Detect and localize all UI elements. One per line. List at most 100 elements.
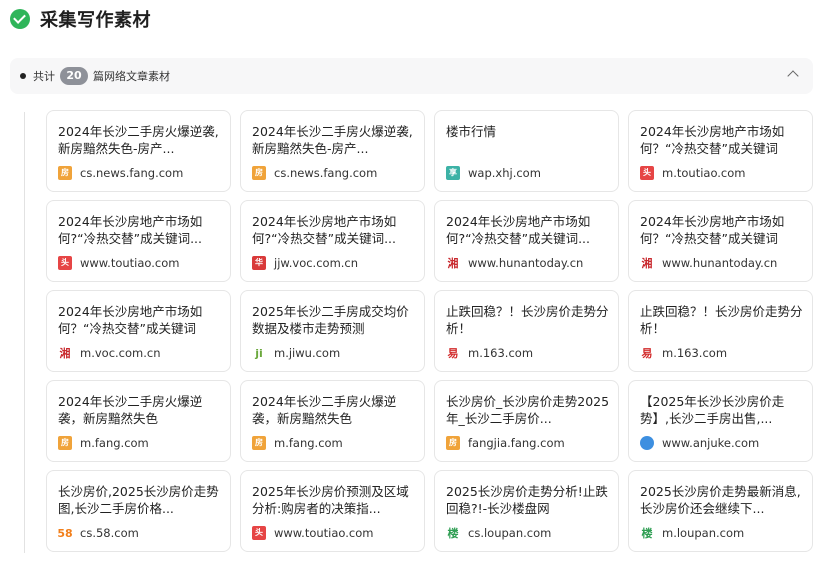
source-domain: www.hunantoday.cn bbox=[468, 256, 584, 270]
card-title: 长沙房价,2025长沙房价走势图,长沙二手房价格... bbox=[58, 484, 219, 516]
check-circle-icon bbox=[10, 9, 30, 29]
summary-suffix: 篇网络文章素材 bbox=[93, 70, 170, 83]
jiwu-icon: ji bbox=[252, 346, 266, 360]
summary-prefix: 共计 bbox=[33, 70, 55, 83]
source-domain: www.anjuke.com bbox=[662, 436, 760, 450]
source-card[interactable]: 止跌回稳？！长沙房价走势分析！ 易 m.163.com bbox=[434, 290, 619, 372]
source-card[interactable]: 楼市行情享 wap.xhj.com bbox=[434, 110, 619, 192]
card-title: 2024年长沙房地产市场如何？“冷热交替”成关键词 bbox=[640, 214, 785, 246]
card-source: 湘 www.hunantoday.cn bbox=[446, 256, 583, 270]
card-source: 头 m.toutiao.com bbox=[640, 166, 746, 180]
source-card[interactable]: 止跌回稳？！长沙房价走势分析！ 易 m.163.com bbox=[628, 290, 813, 372]
card-source: 楼 cs.loupan.com bbox=[446, 526, 551, 540]
card-title: 2024年长沙房地产市场如何？“冷热交替”成关键词 bbox=[640, 124, 785, 156]
card-title: 2024年长沙房地产市场如何？“冷热交替”成关键词 bbox=[58, 304, 203, 336]
fang-icon: 房 bbox=[58, 166, 72, 180]
fang-icon: 房 bbox=[58, 436, 72, 450]
card-source: 华 jjw.voc.com.cn bbox=[252, 256, 358, 270]
card-source: ji m.jiwu.com bbox=[252, 346, 340, 360]
timeline-rail bbox=[24, 112, 25, 553]
xhj-icon: 享 bbox=[446, 166, 460, 180]
fang-icon: 房 bbox=[446, 436, 460, 450]
toutiao-icon: 头 bbox=[640, 166, 654, 180]
source-card[interactable]: 2025年长沙二手房成交均价数据及楼市走势预测 ji m.jiwu.com bbox=[240, 290, 425, 372]
card-title: 长沙房价_长沙房价走势2025年_长沙二手房价... bbox=[446, 394, 610, 426]
section-header: 采集写作素材 bbox=[10, 6, 151, 32]
card-title: 2024年长沙房地产市场如何?“冷热交替”成关键词... bbox=[252, 214, 397, 246]
fang-icon: 房 bbox=[252, 166, 266, 180]
source-card-grid: 2024年长沙二手房火爆逆袭,新房黯然失色-房产... 房 cs.news.fang… bbox=[46, 110, 813, 552]
card-title: 2024年长沙二手房火爆逆袭，新房黯然失色 bbox=[252, 394, 397, 426]
source-card[interactable]: 2025长沙房价走势分析!止跌回稳?!-长沙楼盘网楼 cs.loupan.com bbox=[434, 470, 619, 552]
source-domain: m.fang.com bbox=[274, 436, 343, 450]
card-title: 【2025年长沙长沙房价走势】,长沙二手房出售,... bbox=[640, 394, 785, 426]
card-source: 头 www.toutiao.com bbox=[252, 526, 373, 540]
voc-icon: 湘 bbox=[58, 346, 72, 360]
source-domain: cs.news.fang.com bbox=[274, 166, 378, 180]
card-title: 2024年长沙二手房火爆逆袭，新房黯然失色 bbox=[58, 394, 203, 426]
card-source: 易 m.163.com bbox=[446, 346, 533, 360]
card-title: 楼市行情 bbox=[446, 124, 497, 139]
card-source: 湘 www.hunantoday.cn bbox=[640, 256, 777, 270]
source-card[interactable]: 2025长沙房价走势最新消息,长沙房价还会继续下... 楼 m.loupan.com bbox=[628, 470, 813, 552]
hunantoday-icon: 湘 bbox=[446, 256, 460, 270]
source-domain: m.toutiao.com bbox=[662, 166, 746, 180]
source-domain: jjw.voc.com.cn bbox=[274, 256, 359, 270]
source-domain: m.loupan.com bbox=[662, 526, 745, 540]
netease-icon: 易 bbox=[640, 346, 654, 360]
summary-bar[interactable]: 共计 20 篇网络文章素材 bbox=[10, 58, 813, 94]
source-card[interactable]: 长沙房价,2025长沙房价走势图,长沙二手房价格... 58 cs.58.com bbox=[46, 470, 231, 552]
source-domain: www.hunantoday.cn bbox=[662, 256, 778, 270]
source-card[interactable]: 【2025年长沙长沙房价走势】,长沙二手房出售,... www.anjuke.co… bbox=[628, 380, 813, 462]
toutiao-icon: 头 bbox=[58, 256, 72, 270]
source-card[interactable]: 2024年长沙房地产市场如何？“冷热交替”成关键词湘 www.hunantoday… bbox=[628, 200, 813, 282]
voc-icon: 华 bbox=[252, 256, 266, 270]
card-source: 头 www.toutiao.com bbox=[58, 256, 179, 270]
source-card[interactable]: 2024年长沙二手房火爆逆袭，新房黯然失色房 m.fang.com bbox=[240, 380, 425, 462]
source-domain: m.163.com bbox=[468, 346, 534, 360]
source-card[interactable]: 2024年长沙房地产市场如何?“冷热交替”成关键词... 头 www.toutiao… bbox=[46, 200, 231, 282]
source-card[interactable]: 2024年长沙房地产市场如何？“冷热交替”成关键词头 m.toutiao.com bbox=[628, 110, 813, 192]
source-domain: m.voc.com.cn bbox=[80, 346, 161, 360]
loupan-icon: 楼 bbox=[640, 526, 654, 540]
card-source: 享 wap.xhj.com bbox=[446, 166, 541, 180]
card-source: 易 m.163.com bbox=[640, 346, 727, 360]
source-card[interactable]: 长沙房价_长沙房价走势2025年_长沙二手房价... 房 fangjia.fang.… bbox=[434, 380, 619, 462]
source-domain: wap.xhj.com bbox=[468, 166, 541, 180]
source-domain: fangjia.fang.com bbox=[468, 436, 565, 450]
card-title: 2025年长沙房价预测及区域分析:购房者的决策指... bbox=[252, 484, 409, 516]
source-domain: www.toutiao.com bbox=[274, 526, 374, 540]
card-source: 楼 m.loupan.com bbox=[640, 526, 744, 540]
source-card[interactable]: 2024年长沙房地产市场如何?“冷热交替”成关键词... 华 jjw.voc.com… bbox=[240, 200, 425, 282]
card-source: 房 m.fang.com bbox=[58, 436, 149, 450]
card-title: 2024年长沙房地产市场如何?“冷热交替”成关键词... bbox=[446, 214, 591, 246]
source-card[interactable]: 2025年长沙房价预测及区域分析:购房者的决策指... 头 www.toutiao.… bbox=[240, 470, 425, 552]
chevron-up-icon[interactable] bbox=[787, 70, 799, 82]
globe-icon bbox=[640, 436, 654, 450]
source-domain: cs.news.fang.com bbox=[80, 166, 184, 180]
card-source: 房 cs.news.fang.com bbox=[252, 166, 377, 180]
netease-icon: 易 bbox=[446, 346, 460, 360]
card-title: 2024年长沙二手房火爆逆袭,新房黯然失色-房产... bbox=[252, 124, 413, 156]
source-domain: m.jiwu.com bbox=[274, 346, 341, 360]
source-card[interactable]: 2024年长沙二手房火爆逆袭,新房黯然失色-房产... 房 cs.news.fang… bbox=[46, 110, 231, 192]
bullet-dot-icon bbox=[20, 73, 26, 79]
source-domain: www.toutiao.com bbox=[80, 256, 180, 270]
card-title: 2024年长沙二手房火爆逆袭,新房黯然失色-房产... bbox=[58, 124, 219, 156]
card-source: 58 cs.58.com bbox=[57, 526, 139, 540]
source-card[interactable]: 2024年长沙房地产市场如何？“冷热交替”成关键词湘 m.voc.com.cn bbox=[46, 290, 231, 372]
card-title: 止跌回稳？！长沙房价走势分析！ bbox=[446, 304, 609, 336]
section-title: 采集写作素材 bbox=[40, 10, 151, 31]
58-icon: 58 bbox=[57, 526, 73, 540]
source-card[interactable]: 2024年长沙二手房火爆逆袭，新房黯然失色房 m.fang.com bbox=[46, 380, 231, 462]
toutiao-icon: 头 bbox=[252, 526, 266, 540]
card-title: 2025长沙房价走势分析!止跌回稳?!-长沙楼盘网 bbox=[446, 484, 608, 516]
card-source: 房 cs.news.fang.com bbox=[58, 166, 183, 180]
source-card[interactable]: 2024年长沙房地产市场如何?“冷热交替”成关键词... 湘 www.hunanto… bbox=[434, 200, 619, 282]
source-domain: cs.loupan.com bbox=[468, 526, 552, 540]
source-card[interactable]: 2024年长沙二手房火爆逆袭,新房黯然失色-房产... 房 cs.news.fang… bbox=[240, 110, 425, 192]
card-title: 2025长沙房价走势最新消息,长沙房价还会继续下... bbox=[640, 484, 801, 516]
hunantoday-icon: 湘 bbox=[640, 256, 654, 270]
card-source: 湘 m.voc.com.cn bbox=[58, 346, 161, 360]
card-source: 房 m.fang.com bbox=[252, 436, 343, 450]
